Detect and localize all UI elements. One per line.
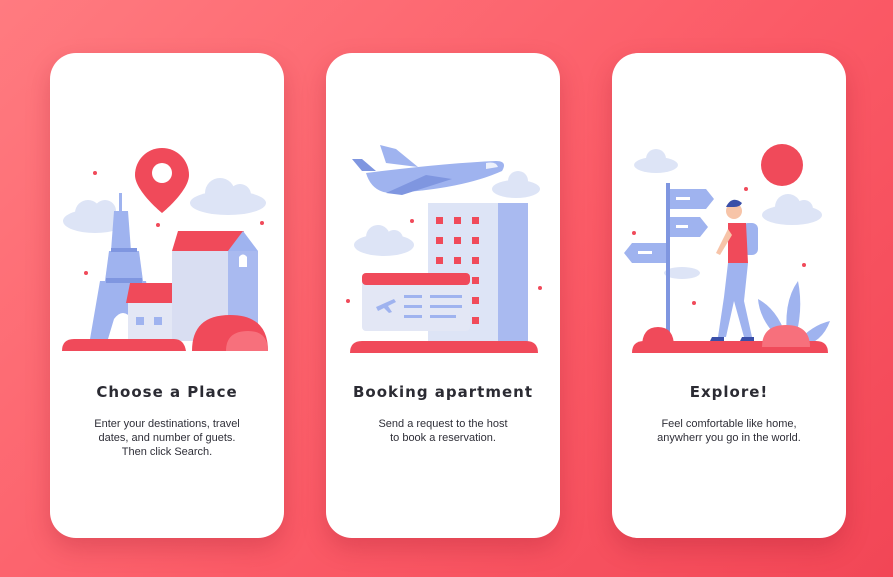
explore-illustration [624, 144, 830, 353]
card-title: Explore! [689, 383, 769, 401]
card-title: Booking apartment [352, 383, 533, 401]
card-description: Send a request to the host to book a res… [378, 418, 508, 444]
map-pin-icon [135, 148, 189, 213]
ground-icon [632, 325, 828, 353]
traveler-icon [710, 199, 758, 341]
small-house-icon [126, 283, 176, 339]
onboarding-card-explore[interactable]: Explore! Feel comfortable like home, any… [612, 53, 846, 538]
signpost-icon [624, 183, 714, 343]
ticket-icon [362, 273, 470, 331]
airplane-icon [352, 145, 504, 195]
card-description: Enter your destinations, travel dates, a… [94, 418, 240, 458]
sun-icon [761, 144, 803, 186]
card-description: Feel comfortable like home, anywherr you… [657, 418, 801, 444]
card-title: Choose a Place [96, 383, 238, 401]
onboarding-card-choose-place[interactable]: Choose a Place Enter your destinations, … [50, 53, 284, 538]
onboarding-card-booking-apartment[interactable]: Booking apartment Send a request to the … [326, 53, 560, 538]
eiffel-tower-illustration [62, 148, 268, 351]
ground-icon [350, 341, 538, 353]
booking-illustration [346, 145, 542, 353]
